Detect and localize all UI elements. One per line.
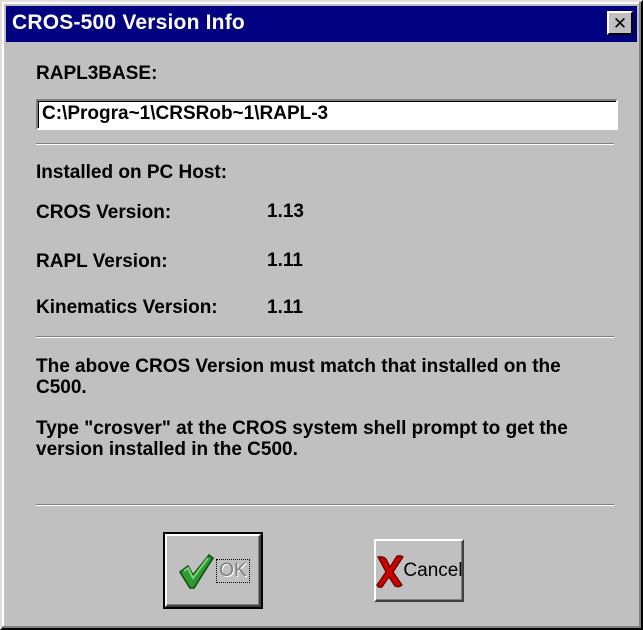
cancel-label: Cancel <box>403 559 463 581</box>
cros-version-value: 1.13 <box>267 201 304 222</box>
ok-label: OK <box>216 558 250 583</box>
title-bar[interactable]: CROS-500 Version Info ✕ <box>6 6 637 42</box>
divider <box>36 504 614 506</box>
crosver-instruction: Type "crosver" at the CROS system shell … <box>36 418 568 460</box>
match-note: The above CROS Version must match that i… <box>36 356 561 398</box>
close-button[interactable]: ✕ <box>607 11 633 35</box>
close-icon: ✕ <box>612 13 628 33</box>
version-info-dialog: CROS-500 Version Info ✕ RAPL3BASE: C:\Pr… <box>0 0 643 630</box>
divider <box>36 336 614 338</box>
cancel-button[interactable]: Cancel <box>374 539 464 602</box>
rapl-version-value: 1.11 <box>267 250 303 271</box>
divider <box>36 143 614 145</box>
rapl3base-path-field[interactable]: C:\Progra~1\CRSRob~1\RAPL-3 <box>36 99 618 130</box>
kinematics-version-value: 1.11 <box>267 297 303 318</box>
kinematics-version-label: Kinematics Version: <box>36 297 218 318</box>
red-x-icon <box>376 554 405 588</box>
rapl3base-label: RAPL3BASE: <box>36 63 158 84</box>
window-title: CROS-500 Version Info <box>12 11 245 34</box>
rapl-version-label: RAPL Version: <box>36 251 168 272</box>
ok-button[interactable]: OK <box>163 532 263 609</box>
cros-version-label: CROS Version: <box>36 202 172 223</box>
installed-heading: Installed on PC Host: <box>36 162 228 183</box>
checkmark-icon <box>179 553 215 589</box>
